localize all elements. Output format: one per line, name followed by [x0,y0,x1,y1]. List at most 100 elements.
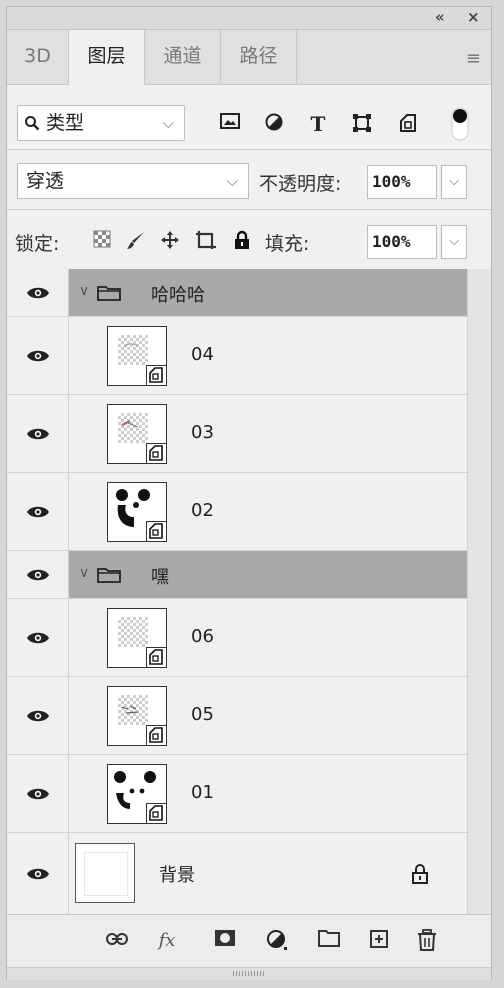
eye-icon[interactable] [26,349,50,363]
divider [7,149,491,150]
layer-row[interactable]: 02 [7,473,467,551]
layer-group-row[interactable]: ∨ 哈哈哈 [7,269,467,317]
delete-layer-icon[interactable] [415,929,439,953]
visibility-cell[interactable] [7,551,69,598]
folder-icon [97,568,121,583]
folder-icon [97,286,121,301]
visibility-cell[interactable] [7,677,69,754]
add-mask-icon[interactable] [213,929,237,953]
chevron-down-icon[interactable]: ∨ [79,565,89,581]
lock-artboard-icon[interactable] [195,230,217,252]
search-icon [25,116,40,131]
shape-filter-icon[interactable] [351,113,373,135]
visibility-cell[interactable] [7,755,69,832]
fill-input[interactable]: 100% [367,225,437,259]
visibility-cell[interactable] [7,317,69,394]
layer-name: 05 [191,704,214,725]
new-group-icon[interactable] [317,929,341,953]
layer-row[interactable]: 03 [7,395,467,473]
panel-titlebar: « × [7,7,491,30]
close-icon[interactable]: × [467,8,480,26]
lock-position-icon[interactable] [159,230,181,252]
lock-row: 锁定: 填充: 100% ⌵ [7,217,491,267]
opacity-dropdown-button[interactable]: ⌵ [441,165,467,199]
new-adjustment-icon[interactable] [265,929,289,953]
lock-label: 锁定: [15,233,60,255]
resize-grip[interactable] [7,967,491,980]
collapse-icon[interactable]: « [435,8,445,26]
smart-object-badge-icon [146,647,166,667]
layer-row[interactable]: 04 [7,317,467,395]
opacity-label: 不透明度: [259,173,342,195]
lock-all-icon[interactable] [231,230,253,252]
lock-image-pixels-icon[interactable] [125,230,147,252]
visibility-cell[interactable] [7,473,69,550]
eye-icon[interactable] [26,286,50,300]
layer-name: 嘿 [151,567,169,588]
blend-row: 穿透 ⌵ 不透明度: 100% ⌵ [7,157,491,205]
eye-icon[interactable] [26,787,50,801]
visibility-cell[interactable] [7,269,69,316]
layer-name: 01 [191,782,214,803]
filter-row: 类型 ⌵ T [7,85,491,145]
fill-dropdown-button[interactable]: ⌵ [441,225,467,259]
opacity-input[interactable]: 100% [367,165,437,199]
eye-icon[interactable] [26,568,50,582]
smart-object-filter-icon[interactable] [397,113,419,135]
layer-name: 哈哈哈 [151,285,205,306]
link-layers-icon[interactable] [105,929,129,953]
smart-object-badge-icon [146,365,166,385]
layer-thumbnail [107,608,167,668]
layer-group-row[interactable]: ∨ 嘿 [7,551,467,599]
eye-icon[interactable] [26,505,50,519]
eye-icon[interactable] [26,631,50,645]
filter-kind-select[interactable]: 类型 ⌵ [17,105,185,141]
layer-thumbnail [107,404,167,464]
type-filter-icon[interactable]: T [307,113,329,135]
layer-row[interactable]: 01 [7,755,467,833]
layer-thumbnail [107,686,167,746]
panel-menu-icon[interactable]: ≡ [466,48,481,69]
smart-object-badge-icon [146,521,166,541]
visibility-cell[interactable] [7,395,69,472]
tab-layers[interactable]: 图层 [69,30,145,85]
filter-toggle-icon[interactable] [451,107,469,141]
layer-name: 04 [191,344,214,365]
layer-thumbnail [107,326,167,386]
divider [7,209,491,210]
transparency-checker [118,617,148,647]
layer-name: 背景 [159,865,195,886]
tab-paths[interactable]: 路径 [221,30,297,84]
layer-name: 02 [191,500,214,521]
eye-icon[interactable] [26,709,50,723]
new-layer-icon[interactable] [367,929,391,953]
image-filter-icon[interactable] [219,113,241,135]
chevron-down-icon[interactable]: ∨ [79,283,89,299]
tab-3d[interactable]: 3D [7,30,69,84]
layer-thumbnail [75,843,135,903]
background-layer-row[interactable]: 背景 [7,833,467,914]
lock-icon[interactable] [411,863,429,885]
layer-row[interactable]: 06 [7,599,467,677]
layer-thumbnail [107,482,167,542]
smart-object-badge-icon [146,443,166,463]
lock-transparent-pixels-icon[interactable] [91,230,113,252]
blend-mode-value: 穿透 [26,170,65,192]
layers-footer: fx [7,914,491,967]
smart-object-badge-icon [146,803,166,823]
blend-mode-select[interactable]: 穿透 ⌵ [17,163,249,199]
layer-name: 03 [191,422,214,443]
chevron-down-icon: ⌵ [226,172,238,190]
layer-thumbnail [107,764,167,824]
eye-icon[interactable] [26,427,50,441]
tab-channels[interactable]: 通道 [145,30,221,84]
visibility-cell[interactable] [7,833,69,914]
adjustment-filter-icon[interactable] [263,113,285,135]
fill-label: 填充: [265,233,310,255]
visibility-cell[interactable] [7,599,69,676]
eye-icon[interactable] [26,867,50,881]
layer-row[interactable]: 05 [7,677,467,755]
fx-icon[interactable]: fx [155,929,179,953]
layers-scrollbar[interactable] [467,269,491,914]
filter-kind-label: 类型 [46,112,85,134]
